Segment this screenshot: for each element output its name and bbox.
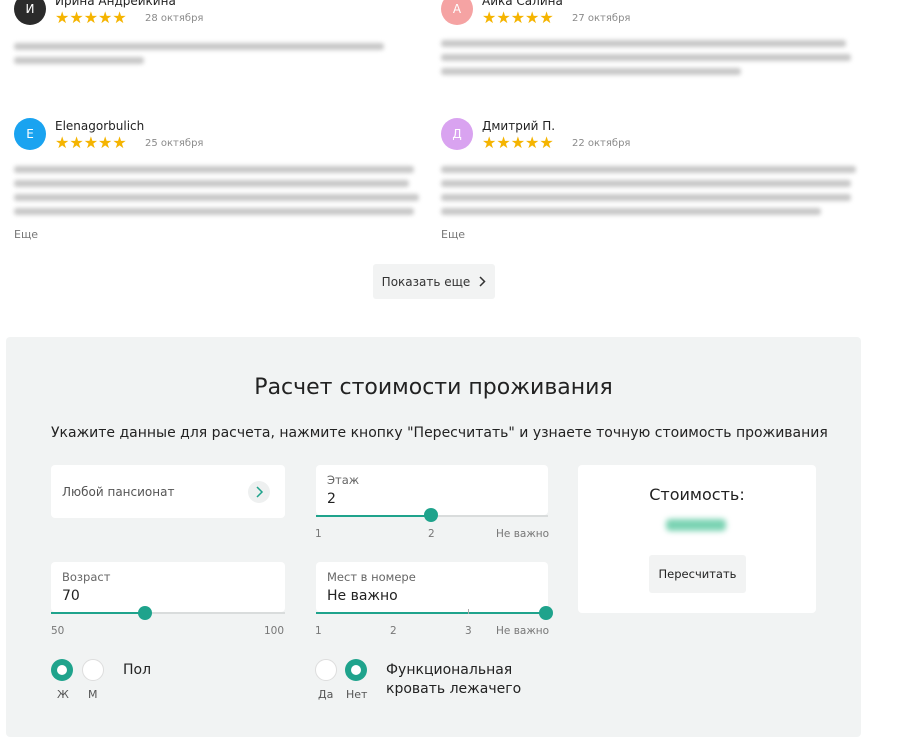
review-card: И Ирина Андрейкина ★★★★★ 28 октября	[14, 0, 434, 73]
show-more-label: Показать еще	[381, 274, 471, 289]
avatar: И	[14, 0, 46, 25]
review-date: 25 октября	[145, 138, 204, 149]
review-text-blurred	[14, 208, 414, 215]
age-slider-fill	[51, 612, 144, 614]
price-panel: Стоимость: Пересчитать	[578, 465, 816, 613]
review-text-blurred	[441, 166, 856, 173]
review-more-link[interactable]: Еще	[14, 228, 38, 241]
rating-stars: ★★★★★	[55, 8, 127, 27]
review-text-blurred	[441, 208, 821, 215]
age-tick-max: 100	[264, 625, 285, 637]
reviewer-name: Аика Салина	[482, 0, 563, 8]
beds-tick-any: Не важно	[496, 625, 550, 637]
review-text-blurred	[441, 54, 851, 61]
reviewer-name: Дмитрий П.	[482, 119, 556, 133]
bed-group-label: Функциональная кровать лежачего	[386, 661, 521, 699]
sex-radio-female[interactable]	[51, 659, 73, 681]
review-date: 27 октября	[572, 13, 631, 24]
rating-stars: ★★★★★	[482, 133, 554, 152]
beds-value: Не важно	[327, 588, 398, 604]
beds-tick-mark	[468, 609, 469, 614]
review-text-blurred	[441, 194, 851, 201]
review-text-blurred	[14, 57, 144, 64]
review-text-blurred	[14, 194, 419, 201]
age-value: 70	[62, 588, 80, 604]
calculator-description: Укажите данные для расчета, нажмите кноп…	[51, 425, 828, 441]
reviewer-name: Elenagorbulich	[55, 119, 145, 133]
price-title: Стоимость:	[649, 485, 745, 504]
review-card: E Elenagorbulich ★★★★★ 25 октября Еще	[14, 118, 434, 242]
bed-group-label-line2: кровать лежачего	[386, 681, 522, 697]
calculator-title: Расчет стоимости проживания	[254, 375, 613, 400]
review-card: Д Дмитрий П. ★★★★★ 22 октября Еще	[441, 118, 861, 242]
price-value-blurred	[666, 519, 726, 531]
bed-radio-no[interactable]	[345, 659, 367, 681]
review-text-blurred	[14, 43, 384, 50]
floor-slider-handle[interactable]	[424, 508, 438, 522]
age-field: Возраст 70	[51, 562, 285, 612]
rating-stars: ★★★★★	[55, 133, 127, 152]
beds-tick-3: 3	[465, 625, 472, 637]
review-date: 22 октября	[572, 138, 631, 149]
recalculate-button[interactable]: Пересчитать	[649, 555, 746, 593]
beds-slider-handle[interactable]	[539, 606, 553, 620]
bed-option-no-label: Нет	[346, 688, 368, 701]
age-slider-handle[interactable]	[138, 606, 152, 620]
pansionat-select[interactable]: Любой пансионат	[51, 465, 285, 518]
beds-tick-1: 1	[315, 625, 322, 637]
beds-field: Мест в номере Не важно	[316, 562, 548, 612]
price-calculator: Расчет стоимости проживания Укажите данн…	[6, 337, 861, 737]
review-text-blurred	[441, 180, 851, 187]
review-date: 28 октября	[145, 13, 204, 24]
review-text-blurred	[441, 40, 846, 47]
chevron-right-icon	[248, 481, 270, 503]
floor-tick-max: Не важно	[496, 528, 550, 540]
avatar: Д	[441, 118, 473, 150]
pansionat-select-value: Любой пансионат	[62, 485, 175, 499]
review-more-link[interactable]: Еще	[441, 228, 465, 241]
sex-option-female-label: Ж	[57, 688, 69, 701]
show-more-button[interactable]: Показать еще	[373, 264, 495, 299]
age-tick-min: 50	[51, 625, 65, 637]
review-text-blurred	[14, 180, 409, 187]
bed-group-label-line1: Функциональная	[386, 662, 513, 678]
beds-slider-fill	[316, 612, 546, 614]
floor-tick-min: 1	[315, 528, 322, 540]
floor-label: Этаж	[327, 473, 360, 487]
beds-tick-2: 2	[390, 625, 397, 637]
beds-label: Мест в номере	[327, 570, 416, 584]
floor-slider-fill	[316, 515, 431, 517]
chevron-right-icon	[479, 276, 486, 287]
floor-value: 2	[327, 491, 336, 507]
review-text-blurred	[14, 166, 414, 173]
review-card: А Аика Салина ★★★★★ 27 октября	[441, 0, 861, 83]
sex-group-label: Пол	[123, 662, 152, 678]
bed-radio-yes[interactable]	[315, 659, 337, 681]
review-text-blurred	[441, 68, 741, 75]
floor-tick-mid: 2	[428, 528, 435, 540]
avatar: E	[14, 118, 46, 150]
reviewer-name: Ирина Андрейкина	[55, 0, 176, 8]
rating-stars: ★★★★★	[482, 8, 554, 27]
avatar: А	[441, 0, 473, 25]
sex-option-male-label: М	[88, 688, 98, 701]
bed-option-yes-label: Да	[318, 688, 334, 701]
age-label: Возраст	[62, 570, 111, 584]
sex-radio-male[interactable]	[82, 659, 104, 681]
